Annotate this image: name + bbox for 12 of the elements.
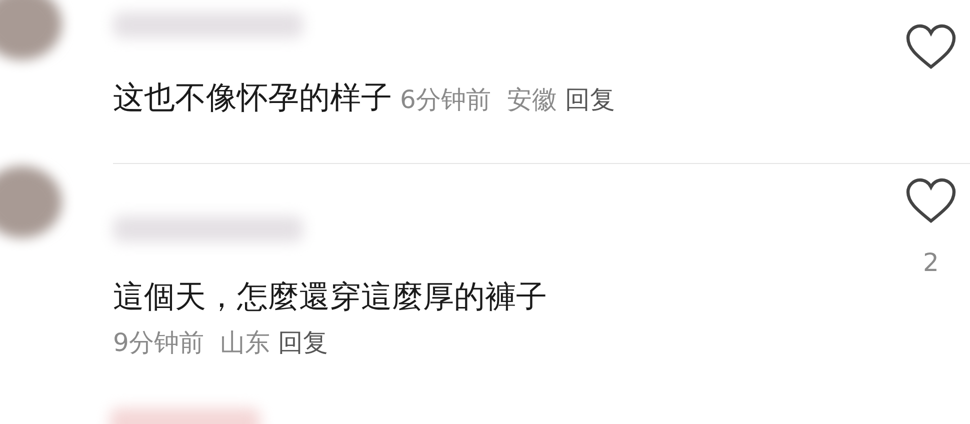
heart-icon[interactable] (906, 24, 956, 70)
comment-time: 6分钟前 (400, 84, 491, 116)
reply-link[interactable]: 回复 (278, 324, 328, 362)
comment-text: 這個天，怎麼還穿這麼厚的褲子 (113, 278, 547, 316)
comment-location: 山东 (220, 326, 270, 359)
comment-text: 这也不像怀孕的样子 (113, 80, 392, 118)
comment-time: 9分钟前 (113, 326, 204, 359)
avatar[interactable] (0, 166, 62, 238)
like-count: 2 (923, 246, 939, 278)
reply-link[interactable]: 回复 (564, 81, 615, 118)
heart-icon[interactable] (906, 178, 956, 224)
comment-location: 安徽 (506, 84, 557, 116)
